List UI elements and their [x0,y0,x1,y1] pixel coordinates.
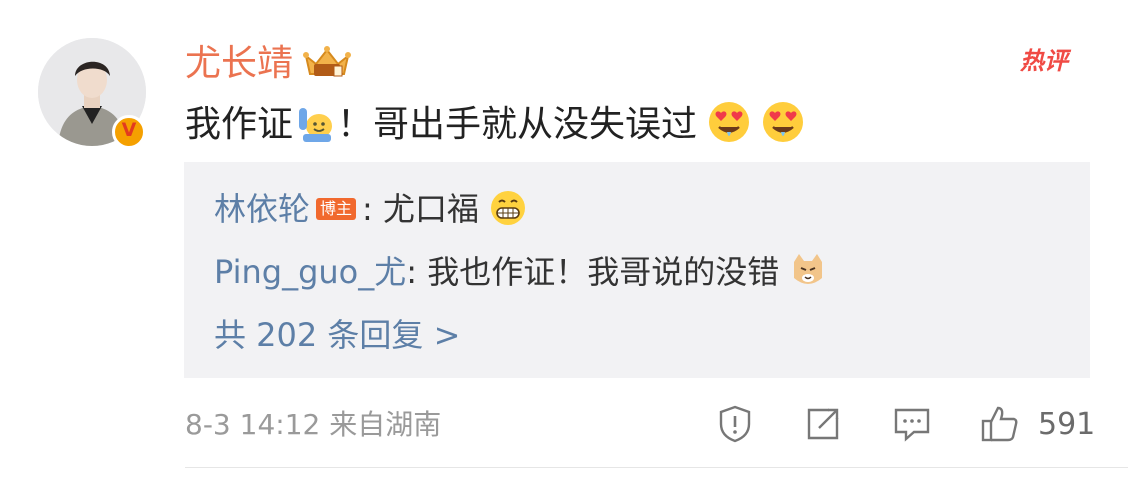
like-icon[interactable] [980,404,1020,444]
replies-box[interactable]: 林依轮 博主: 尤口福 Ping_guo_尤: 我也作证！我哥说的没错 共 20… [184,162,1090,378]
verified-badge: V [112,115,146,149]
report-icon[interactable] [715,404,755,444]
like-count: 591 [1038,407,1096,442]
comment-text-part1: 我作证 [185,104,294,145]
reply-username[interactable]: Ping_guo_尤 [214,253,406,291]
comment-icon[interactable] [892,404,932,444]
raise-hand-emoji [293,100,337,144]
username[interactable]: 尤长靖 [185,42,293,86]
reply-item[interactable]: Ping_guo_尤: 我也作证！我哥说的没错 [214,251,827,293]
share-icon[interactable] [803,404,843,444]
timestamp-location: 8-3 14:12 来自湖南 [185,408,442,441]
hot-comment-tag: 热评 [1020,47,1068,75]
heart-eyes-emoji [707,100,751,144]
reply-item[interactable]: 林依轮 博主: 尤口福 [214,188,527,230]
crown-icon [300,42,354,84]
heart-eyes-emoji [761,100,805,144]
reply-text: : 尤口福 [362,190,479,228]
more-replies-link[interactable]: 共 202 条回复 > [214,314,460,356]
grin-emoji [489,189,527,227]
comment-text-part2: ！哥出手就从没失误过 [337,104,698,145]
divider [185,467,1128,468]
cat-emoji [789,252,827,290]
reply-username[interactable]: 林依轮 [214,190,310,228]
blogger-badge: 博主 [316,198,357,220]
reply-text: : 我也作证！我哥说的没错 [406,253,780,291]
comment-text: 我作证 ！哥出手就从没失误过 [185,100,805,149]
